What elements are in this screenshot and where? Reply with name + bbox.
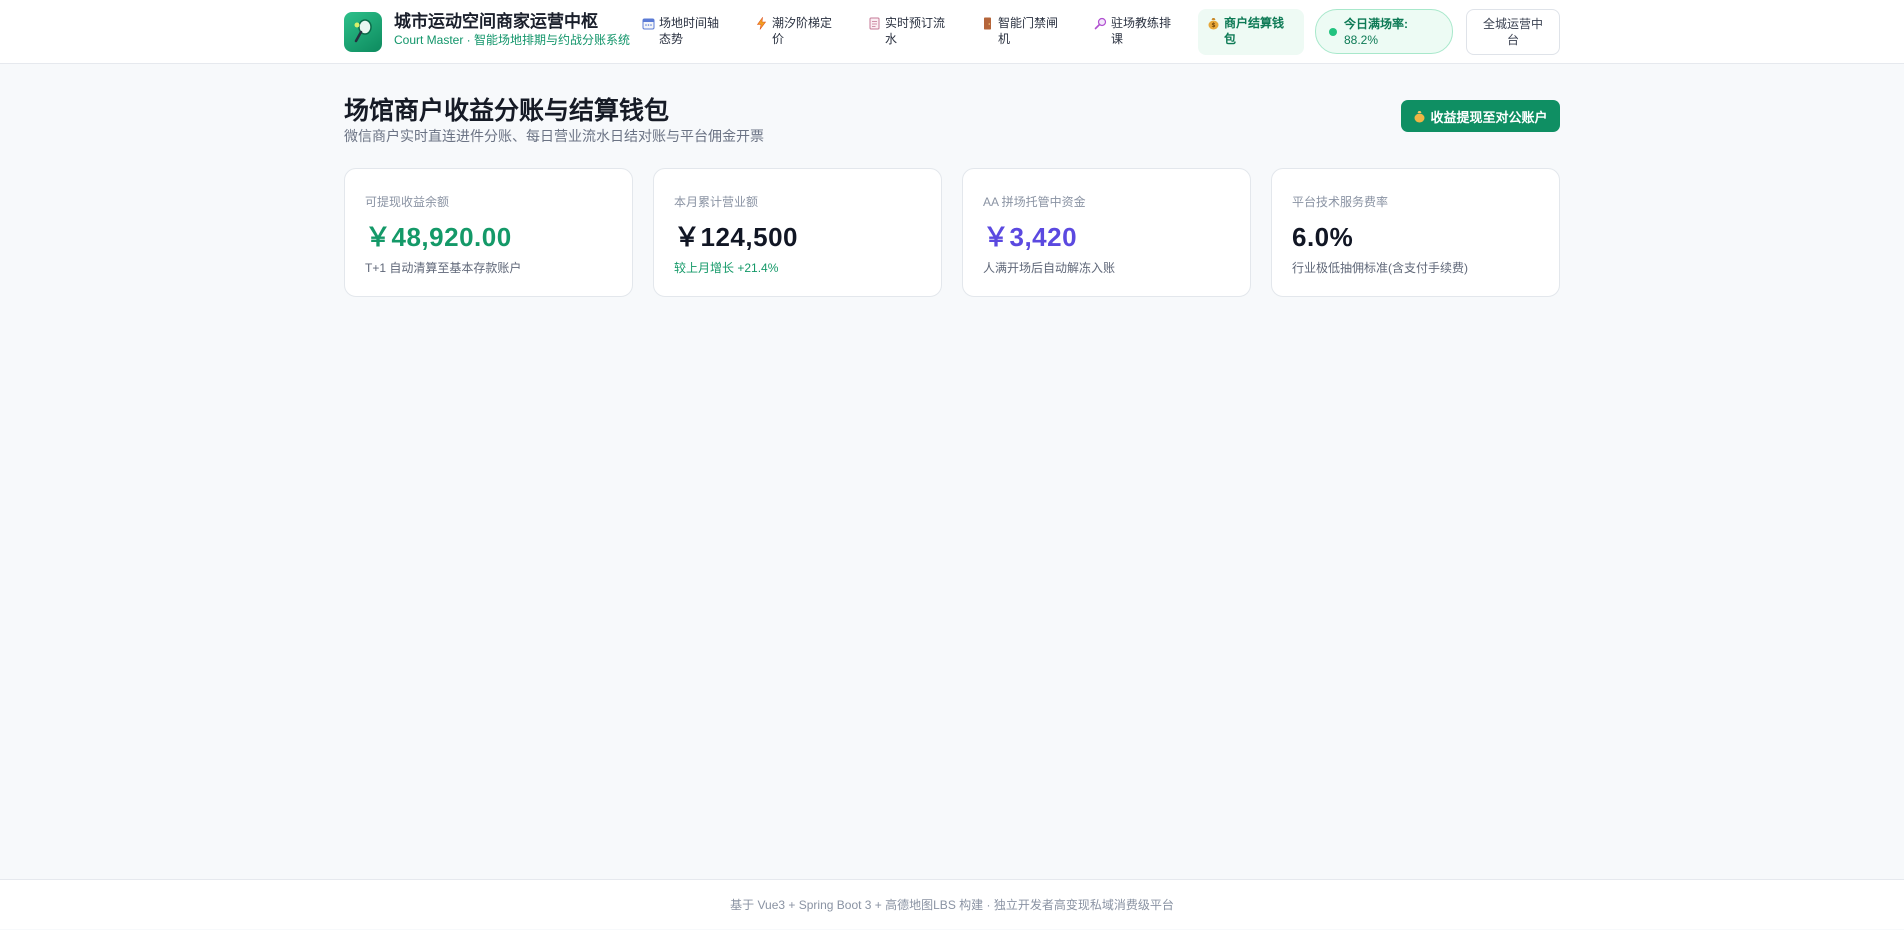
stat-card-monthly-revenue: 本月累计营业额 ￥124,500 较上月增长 +21.4% bbox=[653, 168, 942, 297]
nav-item-coach-schedule[interactable]: 驻场教练排课 bbox=[1085, 9, 1191, 55]
memo-icon bbox=[869, 17, 880, 30]
full-rate-status-badge: 今日满场率: 88.2% bbox=[1315, 9, 1453, 54]
nav-item-venue-timeline[interactable]: 场地时间轴态势 bbox=[633, 9, 739, 55]
stat-card-withdrawable-balance: 可提现收益余额 ￥48,920.00 T+1 自动清算至基本存款账户 bbox=[344, 168, 633, 297]
city-ops-button[interactable]: 全城运营中台 bbox=[1466, 9, 1560, 55]
svg-text:$: $ bbox=[1211, 22, 1215, 29]
stat-card-aa-escrow: AA 拼场托管中资金 ￥3,420 人满开场后自动解冻入账 bbox=[962, 168, 1251, 297]
page-title: 场馆商户收益分账与结算钱包 bbox=[344, 97, 670, 125]
main-nav: 场地时间轴态势 潮汐阶梯定价 实时预订流水 智能门禁闸机 驻场教练排课 $ 商户… bbox=[633, 9, 1311, 55]
card-value: 6.0% bbox=[1292, 222, 1354, 252]
card-label: 可提现收益余额 bbox=[365, 195, 450, 209]
brand-title: 城市运动空间商家运营中枢 bbox=[394, 12, 598, 31]
card-note: 人满开场后自动解冻入账 bbox=[983, 261, 1116, 275]
card-note: T+1 自动清算至基本存款账户 bbox=[365, 261, 522, 275]
calendar-icon bbox=[642, 18, 655, 30]
card-value: ￥48,920.00 bbox=[365, 222, 512, 252]
nav-label: 商户结算钱包 bbox=[1224, 16, 1285, 46]
racket-logo-icon bbox=[344, 12, 382, 52]
nav-label: 潮汐阶梯定价 bbox=[772, 16, 833, 46]
withdraw-button[interactable]: 收益提现至对公账户 bbox=[1401, 100, 1560, 132]
page-subtitle: 微信商户实时直连进件分账、每日营业流水日结对账与平台佣金开票 bbox=[344, 128, 764, 144]
money-bag-icon bbox=[1414, 110, 1425, 122]
card-note: 较上月增长 +21.4% bbox=[674, 261, 779, 275]
nav-item-booking-flow[interactable]: 实时预订流水 bbox=[859, 9, 965, 55]
card-value: ￥3,420 bbox=[983, 222, 1078, 252]
nav-item-smart-gate[interactable]: 智能门禁闸机 bbox=[972, 9, 1078, 55]
whistle-icon bbox=[1094, 17, 1107, 30]
top-header: 城市运动空间商家运营中枢 Court Master · 智能场地排期与约战分账系… bbox=[0, 0, 1904, 64]
nav-label: 智能门禁闸机 bbox=[998, 16, 1059, 46]
brand[interactable]: 城市运动空间商家运营中枢 Court Master · 智能场地排期与约战分账系… bbox=[344, 12, 634, 52]
nav-item-merchant-wallet[interactable]: $ 商户结算钱包 bbox=[1198, 9, 1304, 55]
withdraw-label: 收益提现至对公账户 bbox=[1430, 109, 1548, 125]
lightning-icon bbox=[756, 17, 767, 30]
card-value: ￥124,500 bbox=[674, 222, 798, 252]
nav-label: 驻场教练排课 bbox=[1111, 16, 1172, 46]
stat-card-service-fee-rate: 平台技术服务费率 6.0% 行业极低抽佣标准(含支付手续费) bbox=[1271, 168, 1560, 297]
page-footer: 基于 Vue3 + Spring Boot 3 + 高德地图LBS 构建 · 独… bbox=[0, 879, 1904, 929]
door-icon bbox=[984, 17, 991, 30]
card-note: 行业极低抽佣标准(含支付手续费) bbox=[1292, 261, 1468, 275]
status-dot-icon bbox=[1329, 28, 1337, 36]
nav-label: 实时预订流水 bbox=[885, 16, 946, 46]
card-label: 平台技术服务费率 bbox=[1292, 195, 1389, 209]
nav-label: 场地时间轴态势 bbox=[659, 16, 720, 46]
nav-item-tide-pricing[interactable]: 潮汐阶梯定价 bbox=[746, 9, 852, 55]
brand-subtitle: Court Master · 智能场地排期与约战分账系统 bbox=[394, 33, 631, 47]
rate-label: 今日满场率: bbox=[1344, 17, 1408, 31]
money-bag-icon: $ bbox=[1208, 18, 1219, 30]
rate-value: 88.2% bbox=[1344, 33, 1379, 47]
card-label: AA 拼场托管中资金 bbox=[983, 195, 1086, 209]
card-label: 本月累计营业额 bbox=[674, 195, 759, 209]
